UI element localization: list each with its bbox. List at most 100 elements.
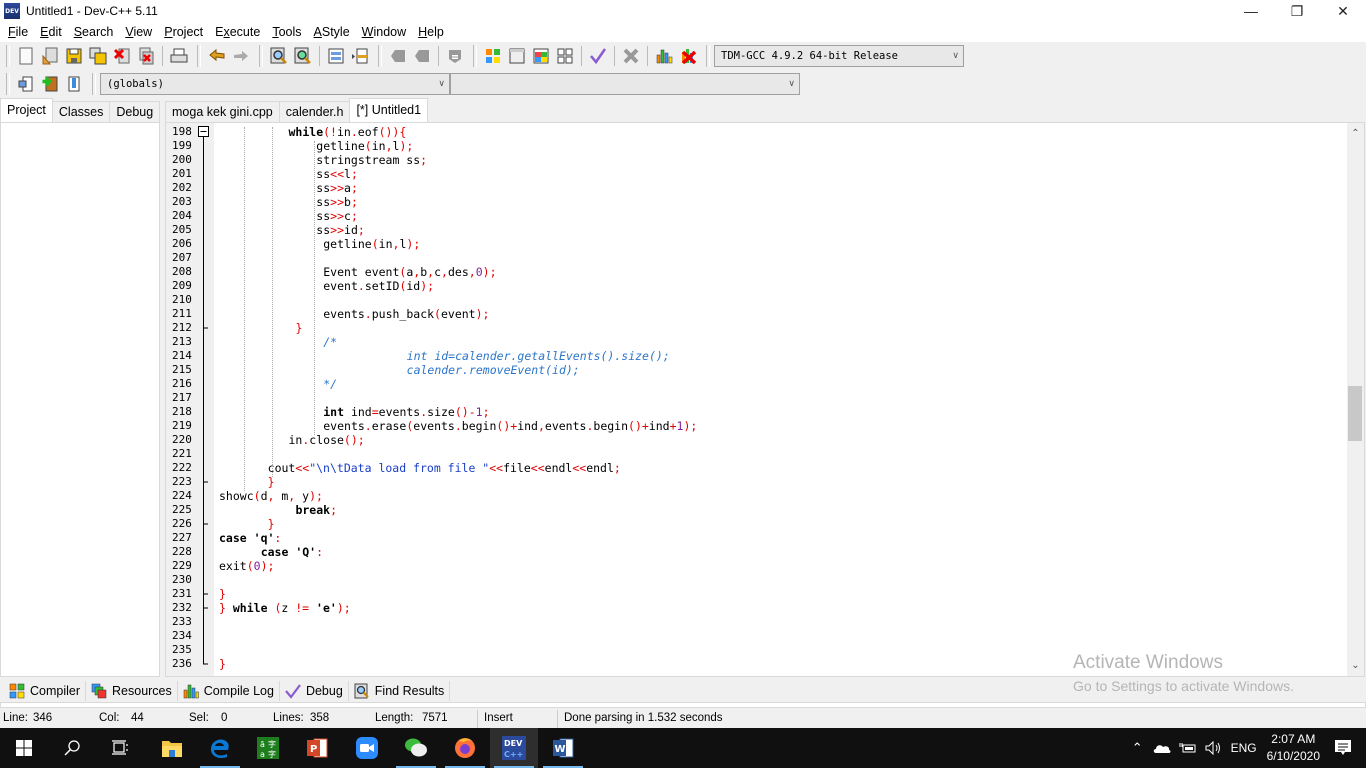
battery-charging-icon[interactable] <box>1179 742 1197 754</box>
code-line[interactable]: 218 int ind=events.size()-1; <box>166 405 1336 419</box>
undo-button[interactable] <box>206 45 228 67</box>
indent-button[interactable] <box>325 45 347 67</box>
devcpp-taskbar-button[interactable]: DEV C++ <box>490 728 538 768</box>
clock[interactable]: 2:07 AM 6/10/2020 <box>1267 731 1320 765</box>
code-line[interactable]: 233 <box>166 615 1336 629</box>
action-center-icon[interactable] <box>1334 739 1352 757</box>
language-indicator[interactable]: ENG <box>1231 741 1257 755</box>
toggle-bookmark-button[interactable] <box>387 45 409 67</box>
tab-compile-log[interactable]: Compile Log <box>178 681 280 701</box>
code-line[interactable]: 215 calender.removeEvent(id); <box>166 363 1336 377</box>
tab-compiler[interactable]: Compiler <box>4 681 87 701</box>
code-line[interactable]: 205 ss>>id; <box>166 223 1336 237</box>
menu-execute[interactable]: Execute <box>209 25 266 39</box>
code-line[interactable]: 227 case 'q': <box>166 531 1336 545</box>
wechat-button[interactable] <box>392 728 440 768</box>
function-select[interactable]: ∨ <box>450 73 800 95</box>
code-line[interactable]: 223} <box>166 475 1336 489</box>
menu-edit[interactable]: Edit <box>34 25 68 39</box>
file-explorer-button[interactable] <box>148 728 196 768</box>
translator-button[interactable]: ā字a字 <box>244 728 292 768</box>
fold-collapse-icon[interactable] <box>198 125 210 139</box>
find-button[interactable] <box>268 45 290 67</box>
print-button[interactable] <box>168 45 190 67</box>
close-file-button[interactable] <box>111 45 133 67</box>
start-button[interactable] <box>0 728 48 768</box>
goto-bookmark-button[interactable] <box>411 45 433 67</box>
code-line[interactable]: 228 case 'Q': <box>166 545 1336 559</box>
firefox-button[interactable] <box>441 728 489 768</box>
code-line[interactable]: 230 <box>166 573 1336 587</box>
volume-icon[interactable] <box>1205 741 1223 755</box>
code-line[interactable]: 224 showc(d, m, y); <box>166 489 1336 503</box>
delete-profile-button[interactable] <box>677 45 699 67</box>
toolbar-grip[interactable] <box>473 45 477 67</box>
menu-view[interactable]: View <box>119 25 158 39</box>
code-line[interactable]: 212} <box>166 321 1336 335</box>
menu-astyle[interactable]: AStyle <box>308 25 356 39</box>
add-to-project-button[interactable] <box>39 73 61 95</box>
toolbar-grip[interactable] <box>259 45 263 67</box>
code-line[interactable]: 222 cout<<"\n\tData load from file "<<fil… <box>166 461 1336 475</box>
code-line[interactable]: 208 Event event(a,b,c,des,0); <box>166 265 1336 279</box>
toolbar-grip[interactable] <box>197 45 201 67</box>
editor-tab-untitled1[interactable]: [*] Untitled1 <box>349 98 429 123</box>
powerpoint-button[interactable]: P <box>293 728 341 768</box>
goto-line-button[interactable] <box>444 45 466 67</box>
compile-button[interactable] <box>530 45 552 67</box>
code-line[interactable]: 211 events.push_back(event); <box>166 307 1336 321</box>
close-button[interactable]: ✕ <box>1320 0 1366 22</box>
remove-from-project-button[interactable] <box>63 73 85 95</box>
menu-window[interactable]: Window <box>356 25 412 39</box>
tab-debug-output[interactable]: Debug <box>280 681 349 701</box>
run-button[interactable] <box>554 45 576 67</box>
search-button[interactable] <box>48 728 96 768</box>
code-line[interactable]: 226} <box>166 517 1336 531</box>
code-line[interactable]: 210 <box>166 293 1336 307</box>
code-line[interactable]: 221 <box>166 447 1336 461</box>
editor-tab-calender-h[interactable]: calender.h <box>278 101 351 123</box>
toolbar-grip[interactable] <box>6 45 10 67</box>
toolbar-grip[interactable] <box>706 45 710 67</box>
scrollbar-thumb[interactable] <box>1348 385 1362 441</box>
unindent-button[interactable] <box>349 45 371 67</box>
toolbar-grip[interactable] <box>92 73 96 95</box>
code-line[interactable]: 198 while(!in.eof()){ <box>166 125 1336 139</box>
output-panel[interactable] <box>0 702 1366 708</box>
project-panel[interactable] <box>0 122 160 677</box>
replace-button[interactable] <box>292 45 314 67</box>
code-area[interactable]: 198 while(!in.eof()){199 getline(in,l); 200… <box>166 125 1336 671</box>
zoom-button[interactable] <box>343 728 391 768</box>
new-file-button[interactable] <box>15 45 37 67</box>
code-line[interactable]: 204 ss>>c; <box>166 209 1336 223</box>
menu-tools[interactable]: Tools <box>266 25 307 39</box>
code-line[interactable]: 217 <box>166 391 1336 405</box>
compiler-select[interactable]: TDM-GCC 4.9.2 64-bit Release ∨ <box>714 45 964 67</box>
menu-file[interactable]: File <box>2 25 34 39</box>
redo-button[interactable] <box>230 45 252 67</box>
close-all-button[interactable] <box>135 45 157 67</box>
code-line[interactable]: 201 ss<<l; <box>166 167 1336 181</box>
maximize-button[interactable]: ❐ <box>1274 0 1320 22</box>
code-line[interactable]: 232} while (z != 'e'); <box>166 601 1336 615</box>
code-line[interactable]: 216 */ <box>166 377 1336 391</box>
tab-find-results[interactable]: Find Results <box>349 681 451 701</box>
tab-classes[interactable]: Classes <box>51 101 111 123</box>
code-line[interactable]: 225 break; <box>166 503 1336 517</box>
code-line[interactable]: 200 stringstream ss; <box>166 153 1336 167</box>
scroll-down-icon[interactable]: ⌄ <box>1347 657 1364 674</box>
toolbar-grip[interactable] <box>6 73 10 95</box>
vertical-scrollbar[interactable]: ⌃ ⌄ <box>1347 123 1364 676</box>
new-window-button[interactable] <box>506 45 528 67</box>
code-line[interactable]: 213 /* <box>166 335 1336 349</box>
menu-project[interactable]: Project <box>158 25 209 39</box>
profile-button[interactable] <box>653 45 675 67</box>
onedrive-icon[interactable] <box>1153 742 1171 754</box>
globals-select[interactable]: (globals) ∨ <box>100 73 450 95</box>
save-button[interactable] <box>63 45 85 67</box>
toolbar-grip[interactable] <box>378 45 382 67</box>
code-line[interactable]: 202 ss>>a; <box>166 181 1336 195</box>
code-line[interactable]: 209 event.setID(id); <box>166 279 1336 293</box>
minimize-button[interactable]: — <box>1228 0 1274 22</box>
code-line[interactable]: 231} <box>166 587 1336 601</box>
